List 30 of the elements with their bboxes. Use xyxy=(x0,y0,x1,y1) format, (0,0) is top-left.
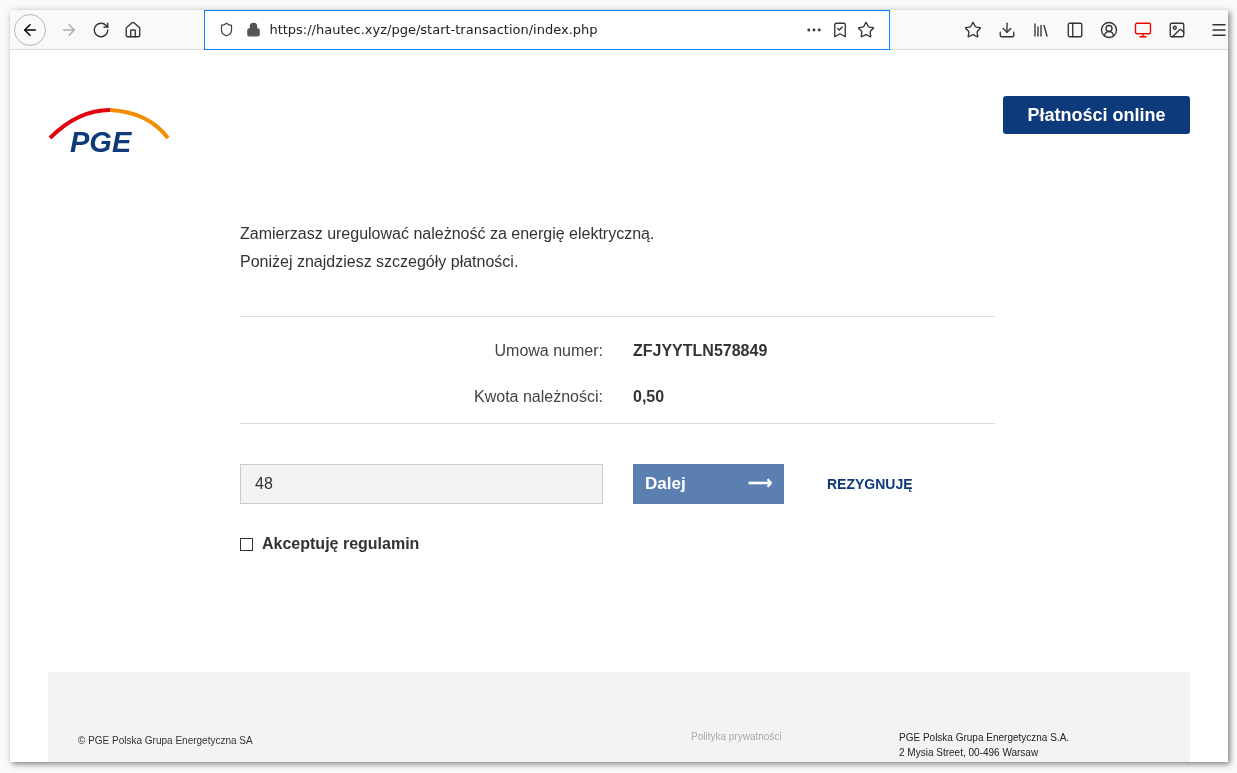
detail-label: Umowa numer: xyxy=(493,341,603,361)
code-input-field[interactable]: 48 xyxy=(240,464,603,504)
sidebar-icon[interactable] xyxy=(1066,20,1084,39)
pge-logo[interactable]: PGE xyxy=(48,104,170,160)
online-payments-button[interactable]: Płatności online xyxy=(1003,96,1190,134)
intro-text: Zamierzasz uregulować należność za energię elektryczną. xyxy=(240,224,656,244)
monitor-icon[interactable] xyxy=(1134,20,1152,39)
copyright-text: © PGE Polska Grupa Energetyczna SA xyxy=(78,734,254,748)
intro-text: Poniżej znajdziesz szczegóły płatności. xyxy=(240,252,520,272)
terms-checkbox[interactable] xyxy=(240,537,253,551)
shield-icon xyxy=(219,22,235,37)
library-icon[interactable] xyxy=(1032,20,1050,39)
detail-label: Kwota należności: xyxy=(473,387,603,407)
address-bar[interactable]: https://hautec.xyz/pge/start-transaction/index.php xyxy=(204,10,890,50)
bookmarks-icon[interactable] xyxy=(964,20,982,39)
detail-value: 0,50 xyxy=(633,387,665,407)
url-text: https://hautec.xyz/pge/start-transaction/index.php xyxy=(269,20,599,39)
download-icon[interactable] xyxy=(998,20,1016,39)
address-text: PGE Polska Grupa Energetyczna S.A. xyxy=(899,731,1070,745)
terms-label: Akceptuję regulamin xyxy=(262,534,420,554)
reload-icon[interactable] xyxy=(92,20,110,39)
home-icon[interactable] xyxy=(124,20,142,39)
account-icon[interactable] xyxy=(1100,20,1118,39)
logo-text: PGE xyxy=(70,128,132,157)
cancel-link[interactable]: REZYGNUJĘ xyxy=(827,473,913,495)
detail-value: ZFJYYTLN578849 xyxy=(633,341,768,361)
star-icon[interactable] xyxy=(857,20,875,39)
picture-icon[interactable] xyxy=(1168,20,1186,39)
address-text: 2 Mysia Street, 00-496 Warsaw xyxy=(899,746,1040,760)
next-button[interactable]: Dalej ⟶ xyxy=(633,464,784,504)
